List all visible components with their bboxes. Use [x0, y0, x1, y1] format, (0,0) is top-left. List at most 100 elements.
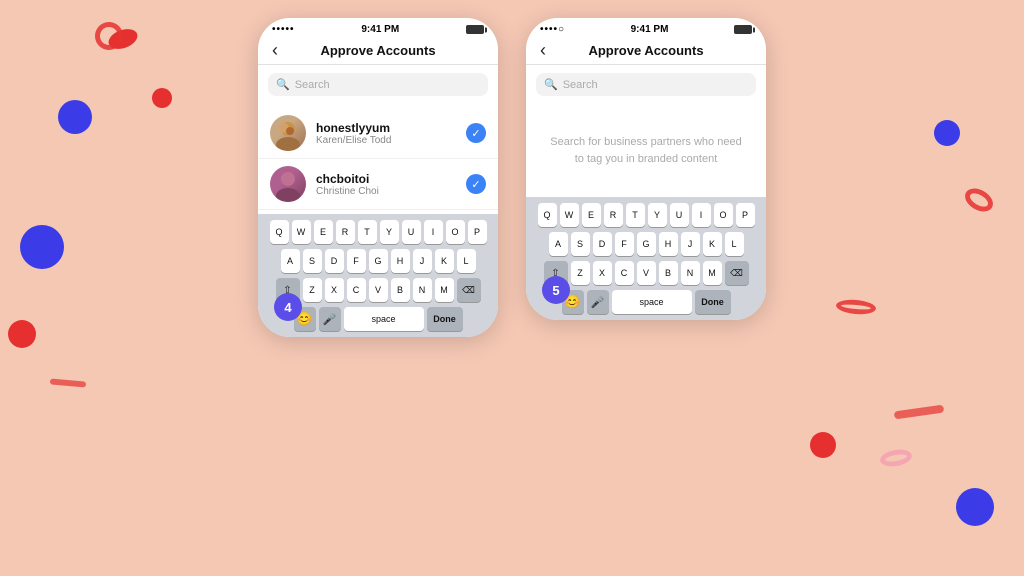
phone-4-battery [466, 25, 484, 34]
key5-r[interactable]: R [604, 203, 623, 227]
key5-o[interactable]: O [714, 203, 733, 227]
key5-done[interactable]: Done [695, 290, 731, 314]
key5-f[interactable]: F [615, 232, 634, 256]
phone-5-nav-bar: ‹ Approve Accounts [526, 37, 766, 65]
key5-z[interactable]: Z [571, 261, 590, 285]
key5-s[interactable]: S [571, 232, 590, 256]
key5-j[interactable]: J [681, 232, 700, 256]
key5-g[interactable]: G [637, 232, 656, 256]
phone-5-search-bar[interactable]: 🔍 Search [536, 73, 756, 96]
phone-4-search-bar[interactable]: 🔍 Search [268, 73, 488, 96]
phone-5-back-button[interactable]: ‹ [540, 40, 546, 61]
user-info-honestlyyum: honestlyyum Karen/Elise Todd [316, 121, 456, 146]
phone-4-time: 9:41 PM [361, 24, 399, 35]
username-chcboitoi: chcboitoi [316, 172, 456, 186]
key5-c[interactable]: C [615, 261, 634, 285]
key-p[interactable]: P [468, 220, 487, 244]
phone-5: ••••○ 9:41 PM ‹ Approve Accounts 🔍 Searc… [526, 18, 766, 320]
avatar-chcboitoi [270, 166, 306, 202]
key-z[interactable]: Z [303, 278, 322, 302]
key-n[interactable]: N [413, 278, 432, 302]
key5-k[interactable]: K [703, 232, 722, 256]
user-subtitle-chcboitoi: Christine Choi [316, 186, 456, 197]
key-u[interactable]: U [402, 220, 421, 244]
key5-mic[interactable]: 🎤 [587, 290, 609, 314]
key5-h[interactable]: H [659, 232, 678, 256]
username-honestlyyum: honestlyyum [316, 121, 456, 135]
key-d[interactable]: D [325, 249, 344, 273]
key-k[interactable]: K [435, 249, 454, 273]
key5-a[interactable]: A [549, 232, 568, 256]
phone-4-user-list: honestlyyum Karen/Elise Todd ✓ chcboitoi… [258, 104, 498, 214]
key-r[interactable]: R [336, 220, 355, 244]
key5-w[interactable]: W [560, 203, 579, 227]
key5-u[interactable]: U [670, 203, 689, 227]
key-v[interactable]: V [369, 278, 388, 302]
key-backspace[interactable]: ⌫ [457, 278, 481, 302]
phone-4-search-icon: 🔍 [276, 78, 290, 91]
key-space[interactable]: space [344, 307, 424, 331]
phone-4-keyboard-row-1: Q W E R T Y U I O P [262, 220, 494, 244]
key5-x[interactable]: X [593, 261, 612, 285]
key5-m[interactable]: M [703, 261, 722, 285]
key-b[interactable]: B [391, 278, 410, 302]
deco-blob-8 [810, 432, 836, 458]
key-y[interactable]: Y [380, 220, 399, 244]
user-subtitle-honestlyyum: Karen/Elise Todd [316, 135, 456, 146]
key5-d[interactable]: D [593, 232, 612, 256]
key-e[interactable]: E [314, 220, 333, 244]
key-j[interactable]: J [413, 249, 432, 273]
key-o[interactable]: O [446, 220, 465, 244]
key5-l[interactable]: L [725, 232, 744, 256]
key-q[interactable]: Q [270, 220, 289, 244]
key5-p[interactable]: P [736, 203, 755, 227]
key-i[interactable]: I [424, 220, 443, 244]
user-info-chcboitoi: chcboitoi Christine Choi [316, 172, 456, 197]
key5-t[interactable]: T [626, 203, 645, 227]
phone-4: ••••• 9:41 PM ‹ Approve Accounts 🔍 Searc… [258, 18, 498, 337]
phone-5-status-bar: ••••○ 9:41 PM [526, 18, 766, 37]
key-t[interactable]: T [358, 220, 377, 244]
key5-n[interactable]: N [681, 261, 700, 285]
check-badge-honestlyyum[interactable]: ✓ [466, 123, 486, 143]
user-item-chcboitoi[interactable]: chcboitoi Christine Choi ✓ [258, 159, 498, 210]
phone-5-content: Search for business partners who need to… [526, 104, 766, 197]
phone-4-back-button[interactable]: ‹ [272, 40, 278, 61]
key5-i[interactable]: I [692, 203, 711, 227]
key5-y[interactable]: Y [648, 203, 667, 227]
key-c[interactable]: C [347, 278, 366, 302]
avatar-honestlyyum [270, 115, 306, 151]
key-f[interactable]: F [347, 249, 366, 273]
phones-container: ••••• 9:41 PM ‹ Approve Accounts 🔍 Searc… [0, 0, 1024, 337]
step-badge-4: 4 [274, 293, 302, 321]
key-mic[interactable]: 🎤 [319, 307, 341, 331]
key-l[interactable]: L [457, 249, 476, 273]
key5-v[interactable]: V [637, 261, 656, 285]
key-w[interactable]: W [292, 220, 311, 244]
phone-5-search-input[interactable]: Search [563, 79, 598, 91]
phone-5-battery [734, 25, 752, 34]
deco-scribble-1 [894, 405, 945, 420]
user-item-honestlyyum[interactable]: honestlyyum Karen/Elise Todd ✓ [258, 108, 498, 159]
key-g[interactable]: G [369, 249, 388, 273]
phone-4-status-bar: ••••• 9:41 PM [258, 18, 498, 37]
check-badge-chcboitoi[interactable]: ✓ [466, 174, 486, 194]
key5-e[interactable]: E [582, 203, 601, 227]
key5-space[interactable]: space [612, 290, 692, 314]
key-x[interactable]: X [325, 278, 344, 302]
key5-b[interactable]: B [659, 261, 678, 285]
key5-q[interactable]: Q [538, 203, 557, 227]
key-s[interactable]: S [303, 249, 322, 273]
deco-blob-7 [956, 488, 994, 526]
key-a[interactable]: A [281, 249, 300, 273]
phone-5-nav-title: Approve Accounts [588, 43, 703, 58]
phone-4-search-input[interactable]: Search [295, 79, 330, 91]
key-h[interactable]: H [391, 249, 410, 273]
key5-backspace[interactable]: ⌫ [725, 261, 749, 285]
key-m[interactable]: M [435, 278, 454, 302]
phone-5-keyboard-row-1: Q W E R T Y U I O P [530, 203, 762, 227]
key-done[interactable]: Done [427, 307, 463, 331]
phone-5-empty-state-text: Search for business partners who need to… [546, 134, 746, 167]
phone-5-signal: ••••○ [540, 24, 565, 35]
phone-5-empty-state: Search for business partners who need to… [526, 104, 766, 197]
